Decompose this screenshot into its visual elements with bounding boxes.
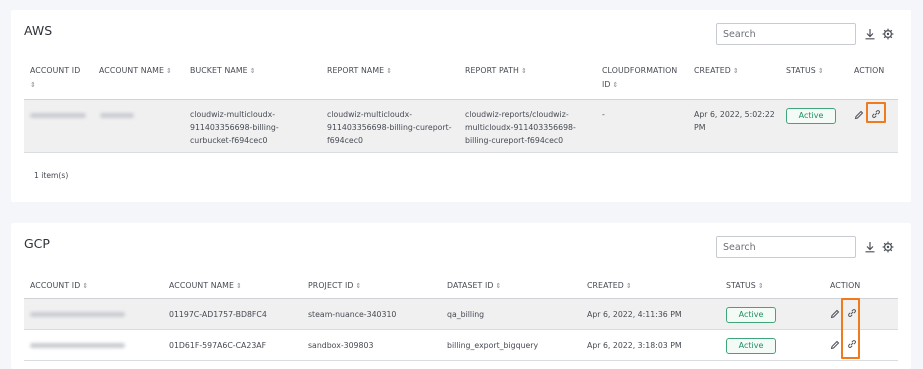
aws-search-input[interactable]	[716, 23, 856, 45]
col-created[interactable]: CREATED ⇕	[694, 64, 739, 78]
sort-icon[interactable]: ⇕	[496, 282, 502, 290]
pencil-icon[interactable]	[854, 110, 864, 120]
gcp-table-header: ACCOUNT ID ⇕ ACCOUNT NAME ⇕ PROJECT ID ⇕ DA…	[24, 275, 898, 299]
col-bucket-name[interactable]: BUCKET NAME ⇕	[190, 64, 256, 78]
cloudformation-id-cell: -	[602, 110, 605, 119]
account-name-cell: 01197C-AD1757-BD8FC4	[169, 310, 267, 319]
col-status[interactable]: STATUS ⇕	[726, 279, 764, 293]
aws-table-header: ACCOUNT ID ⇕ ACCOUNT NAME ⇕ BUCKET NAME ⇕ R…	[24, 60, 898, 100]
dataset-id-cell: qa_billing	[447, 310, 485, 319]
download-icon[interactable]	[864, 241, 876, 253]
sort-icon[interactable]: ⇕	[166, 67, 172, 75]
sort-icon[interactable]: ⇕	[521, 67, 527, 75]
dataset-id-cell: billing_export_bigquery	[447, 341, 539, 350]
created-cell: Apr 6, 2022, 4:11:36 PM	[587, 310, 682, 319]
sort-icon[interactable]: ⇕	[733, 67, 739, 75]
gcp-search-input[interactable]	[716, 236, 856, 258]
sort-icon[interactable]: ⇕	[355, 282, 361, 290]
download-icon[interactable]	[864, 28, 876, 40]
col-account-id[interactable]: ACCOUNT ID ⇕	[30, 279, 88, 293]
highlight-box	[866, 102, 886, 123]
sort-icon[interactable]: ⇕	[386, 67, 392, 75]
bucket-name-cell: cloudwiz-multicloudx- 911403356698-billi…	[190, 110, 279, 145]
status-badge: Active	[726, 307, 776, 323]
col-created[interactable]: CREATED ⇕	[587, 279, 632, 293]
sort-icon[interactable]: ⇕	[626, 282, 632, 290]
account-name-cell: 01D61F-597A6C-CA23AF	[169, 341, 267, 350]
col-project-id[interactable]: PROJECT ID ⇕	[308, 279, 361, 293]
redacted-account-id	[30, 113, 86, 118]
col-account-name[interactable]: ACCOUNT NAME ⇕	[99, 64, 172, 78]
col-action: ACTION	[830, 281, 861, 290]
redacted-account-id	[30, 343, 125, 348]
table-row[interactable]: 01197C-AD1757-BD8FC4 steam-nuance-340310…	[24, 299, 898, 330]
col-cloudformation-id[interactable]: CLOUDFORMATION ID ⇕	[602, 64, 688, 92]
redacted-account-id	[30, 312, 125, 317]
item-count: 1 item(s)	[34, 171, 69, 180]
aws-card-title: AWS	[24, 23, 53, 38]
sort-icon[interactable]: ⇕	[613, 81, 619, 89]
col-report-path[interactable]: REPORT PATH ⇕	[465, 64, 527, 78]
gear-icon[interactable]	[882, 28, 894, 40]
project-id-cell: steam-nuance-340310	[308, 310, 397, 319]
gcp-card-title: GCP	[24, 236, 50, 251]
status-badge: Active	[726, 338, 776, 354]
pencil-icon[interactable]	[830, 340, 840, 350]
col-action: ACTION	[854, 66, 885, 75]
created-cell: Apr 6, 2022, 3:18:03 PM	[587, 341, 682, 350]
col-report-name[interactable]: REPORT NAME ⇕	[327, 64, 392, 78]
project-id-cell: sandbox-309803	[308, 341, 374, 350]
aws-card: AWS ACCOUNT ID⇕ ACCOUNT NAME⇕ BUCKET NAM…	[11, 10, 911, 202]
gear-icon[interactable]	[882, 241, 894, 253]
created-cell: Apr 6, 2022, 5:02:22 PM	[694, 110, 775, 132]
pencil-icon[interactable]	[830, 309, 840, 319]
sort-icon[interactable]: ⇕	[30, 81, 36, 89]
table-row[interactable]: 01D61F-597A6C-CA23AF sandbox-309803 bill…	[24, 330, 898, 361]
gcp-card: GCP ACCOUNT ID⇕ ACCOUNT NAME⇕ PROJECT ID…	[11, 223, 911, 369]
col-account-name[interactable]: ACCOUNT NAME ⇕	[169, 279, 242, 293]
table-row[interactable]: cloudwiz-multicloudx- 911403356698-billi…	[24, 100, 898, 153]
sort-icon[interactable]: ⇕	[82, 282, 88, 290]
highlight-box	[841, 298, 860, 359]
sort-icon[interactable]: ⇕	[818, 67, 824, 75]
report-name-cell: cloudwiz-multicloudx- 911403356698-billi…	[327, 110, 452, 145]
sort-icon[interactable]: ⇕	[758, 282, 764, 290]
col-account-id[interactable]: ACCOUNT ID ⇕	[30, 64, 90, 92]
col-status[interactable]: STATUS ⇕	[786, 64, 824, 78]
col-dataset-id[interactable]: DATASET ID ⇕	[447, 279, 501, 293]
redacted-account-name	[100, 113, 134, 118]
status-badge: Active	[786, 108, 836, 124]
sort-icon[interactable]: ⇕	[250, 67, 256, 75]
report-path-cell: cloudwiz-reports/cloudwiz- multicloudx-9…	[465, 110, 576, 145]
sort-icon[interactable]: ⇕	[236, 282, 242, 290]
